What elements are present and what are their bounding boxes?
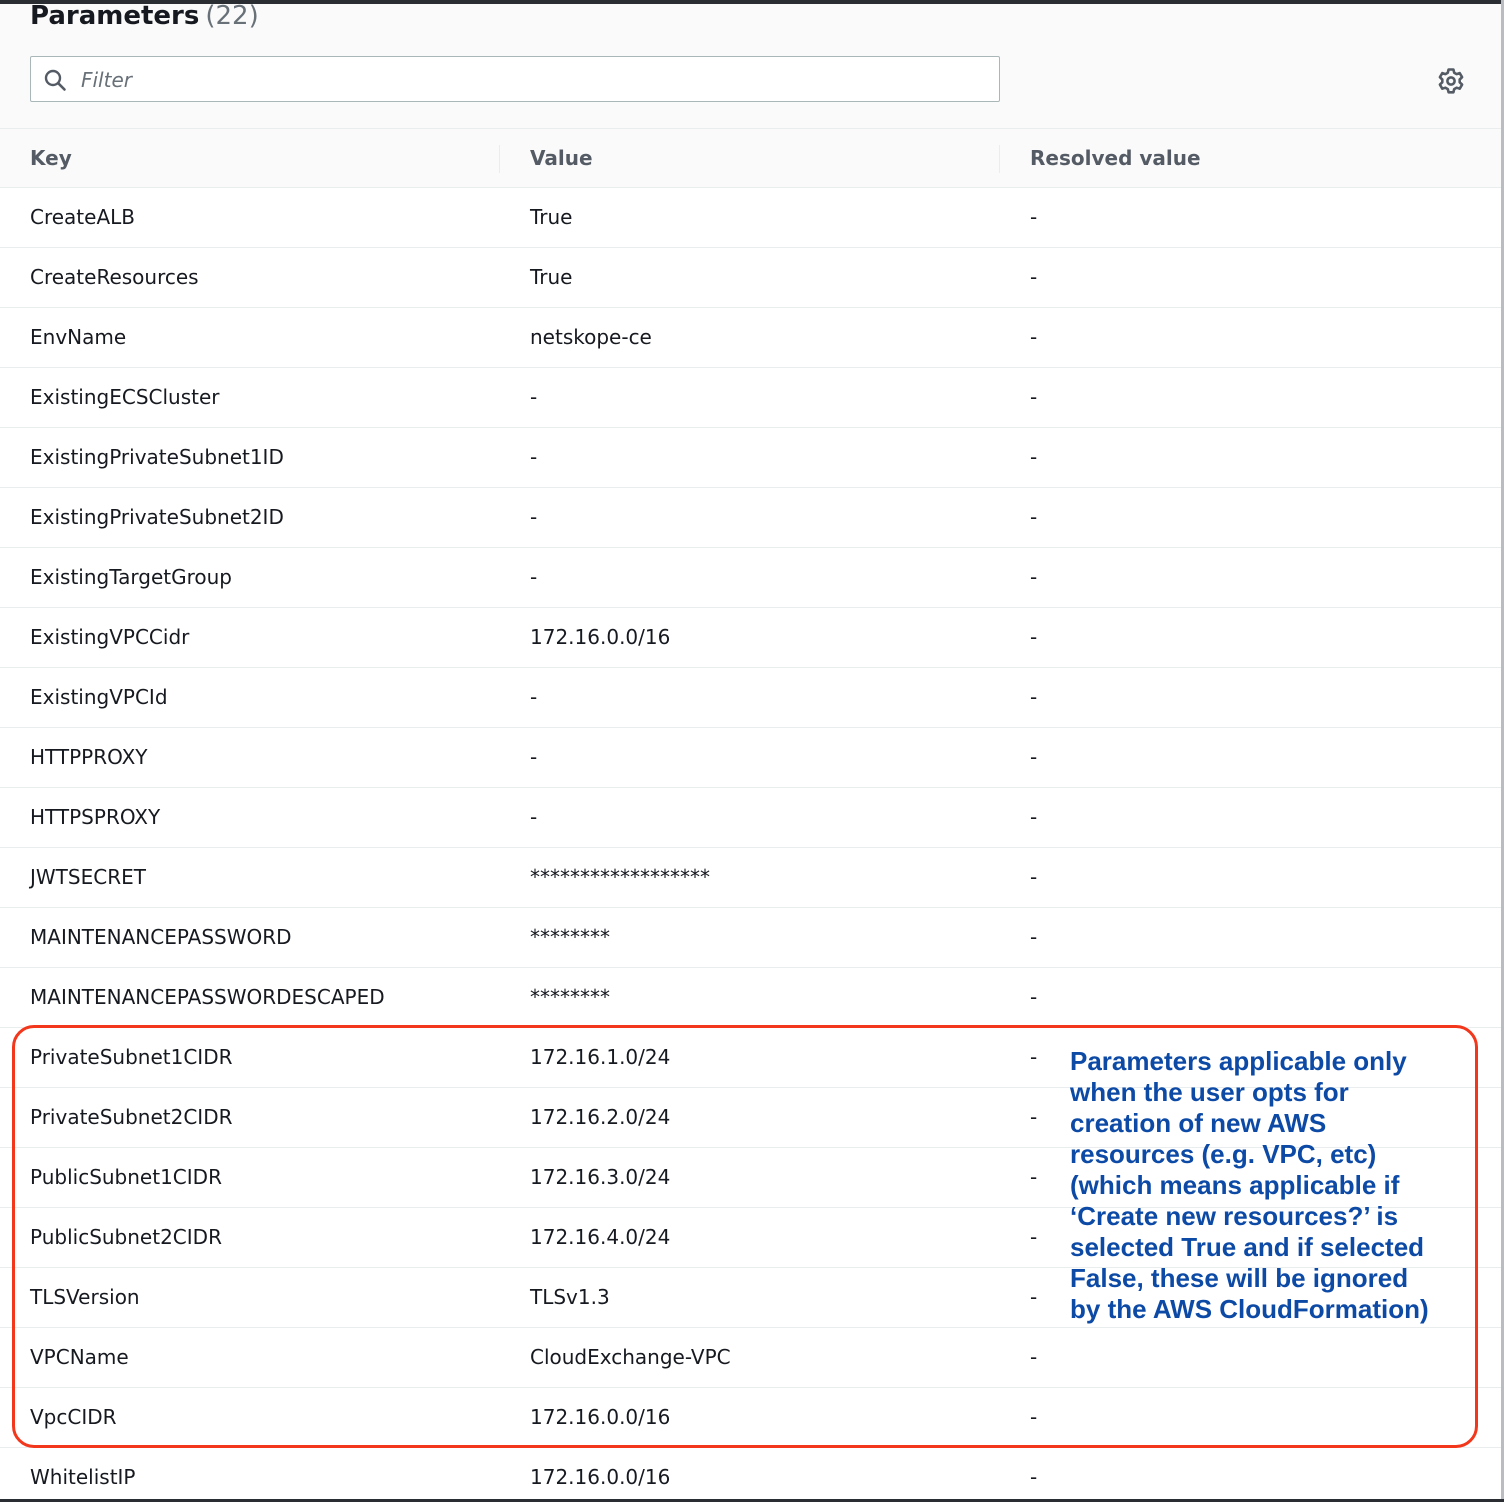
parameter-resolved-value: - (1030, 505, 1038, 529)
parameter-key: ExistingVPCId (30, 685, 168, 709)
table-row: ExistingVPCId - - (0, 668, 1501, 728)
parameter-value: True (530, 205, 573, 229)
parameter-value: True (530, 265, 573, 289)
annotation-note: Parameters applicable only when the user… (1070, 1046, 1429, 1324)
parameter-value: - (530, 805, 538, 829)
table-row: MAINTENANCEPASSWORD ******** - (0, 908, 1501, 968)
parameter-value: CloudExchange-VPC (530, 1345, 731, 1369)
parameter-value: - (530, 445, 538, 469)
parameter-resolved-value: - (1030, 805, 1038, 829)
parameter-value: ****************** (530, 865, 710, 889)
parameter-count: (22) (205, 1, 259, 31)
parameter-resolved-value: - (1030, 385, 1038, 409)
parameter-value: ******** (530, 925, 610, 949)
parameter-key: PrivateSubnet2CIDR (30, 1105, 233, 1129)
parameters-panel-header: Parameters (22) (0, 1, 1501, 129)
table-header: Key Value Resolved value (0, 129, 1501, 188)
parameter-key: PrivateSubnet1CIDR (30, 1045, 233, 1069)
column-header-resolved-value[interactable]: Resolved value (1030, 129, 1201, 187)
parameter-resolved-value: - (1030, 1165, 1038, 1189)
parameter-resolved-value: - (1030, 685, 1038, 709)
search-input[interactable] (79, 63, 983, 97)
parameter-value: - (530, 385, 538, 409)
parameter-resolved-value: - (1030, 625, 1038, 649)
gear-icon[interactable] (1436, 66, 1466, 96)
parameter-value: - (530, 565, 538, 589)
parameter-key: VPCName (30, 1345, 129, 1369)
parameter-resolved-value: - (1030, 445, 1038, 469)
parameter-value: 172.16.3.0/24 (530, 1165, 671, 1189)
table-row: MAINTENANCEPASSWORDESCAPED ******** - (0, 968, 1501, 1028)
parameter-resolved-value: - (1030, 1285, 1038, 1309)
parameter-key: VpcCIDR (30, 1405, 117, 1429)
parameter-value: ******** (530, 985, 610, 1009)
filter-field[interactable] (30, 56, 1000, 102)
parameter-key: ExistingVPCCidr (30, 625, 190, 649)
parameter-resolved-value: - (1030, 1225, 1038, 1249)
parameter-key: EnvName (30, 325, 127, 349)
parameter-resolved-value: - (1030, 985, 1038, 1009)
parameter-value: - (530, 505, 538, 529)
parameter-resolved-value: - (1030, 1045, 1038, 1069)
table-row: ExistingVPCCidr 172.16.0.0/16 - (0, 608, 1501, 668)
column-divider[interactable] (499, 145, 500, 173)
parameter-value: 172.16.4.0/24 (530, 1225, 671, 1249)
table-row: VPCName CloudExchange-VPC - (0, 1328, 1501, 1388)
table-row: ExistingECSCluster - - (0, 368, 1501, 428)
table-row: EnvName netskope-ce - (0, 308, 1501, 368)
parameter-key: MAINTENANCEPASSWORDESCAPED (30, 985, 385, 1009)
column-divider[interactable] (999, 145, 1000, 173)
parameter-key: JWTSECRET (30, 865, 146, 889)
parameter-resolved-value: - (1030, 265, 1038, 289)
parameter-resolved-value: - (1030, 865, 1038, 889)
parameter-value: - (530, 685, 538, 709)
table-row: ExistingTargetGroup - - (0, 548, 1501, 608)
parameter-key: PublicSubnet2CIDR (30, 1225, 222, 1249)
table-row: CreateALB True - (0, 188, 1501, 248)
parameter-resolved-value: - (1030, 325, 1038, 349)
table-row: CreateResources True - (0, 248, 1501, 308)
parameter-resolved-value: - (1030, 565, 1038, 589)
parameter-key: CreateALB (30, 205, 135, 229)
column-header-value[interactable]: Value (530, 129, 593, 187)
table-row: JWTSECRET ****************** - (0, 848, 1501, 908)
table-row: ExistingPrivateSubnet2ID - - (0, 488, 1501, 548)
parameter-value: 172.16.2.0/24 (530, 1105, 671, 1129)
parameter-key: ExistingPrivateSubnet2ID (30, 505, 284, 529)
table-row: HTTPPROXY - - (0, 728, 1501, 788)
parameter-value: TLSv1.3 (530, 1285, 610, 1309)
parameter-key: HTTPPROXY (30, 745, 148, 769)
parameter-value: 172.16.0.0/16 (530, 1405, 671, 1429)
parameter-resolved-value: - (1030, 205, 1038, 229)
parameter-key: ExistingPrivateSubnet1ID (30, 445, 284, 469)
table-row: ExistingPrivateSubnet1ID - - (0, 428, 1501, 488)
search-icon (44, 69, 66, 91)
page-title: Parameters (22) (30, 0, 259, 33)
parameter-resolved-value: - (1030, 745, 1038, 769)
parameter-value: 172.16.0.0/16 (530, 625, 671, 649)
parameter-resolved-value: - (1030, 1105, 1038, 1129)
column-header-key[interactable]: Key (30, 129, 72, 187)
table-row: VpcCIDR 172.16.0.0/16 - (0, 1388, 1501, 1448)
table-row: HTTPSPROXY - - (0, 788, 1501, 848)
parameter-key: PublicSubnet1CIDR (30, 1165, 222, 1189)
parameter-key: ExistingECSCluster (30, 385, 220, 409)
parameter-value: 172.16.1.0/24 (530, 1045, 671, 1069)
parameter-value: netskope-ce (530, 325, 652, 349)
parameter-key: TLSVersion (30, 1285, 140, 1309)
parameter-key: CreateResources (30, 265, 199, 289)
parameter-resolved-value: - (1030, 925, 1038, 949)
parameter-value: - (530, 745, 538, 769)
parameter-resolved-value: - (1030, 1345, 1038, 1369)
parameter-resolved-value: - (1030, 1405, 1038, 1429)
parameter-key: MAINTENANCEPASSWORD (30, 925, 292, 949)
parameter-key: HTTPSPROXY (30, 805, 161, 829)
panel-title-text: Parameters (30, 1, 200, 31)
parameter-key: ExistingTargetGroup (30, 565, 232, 589)
